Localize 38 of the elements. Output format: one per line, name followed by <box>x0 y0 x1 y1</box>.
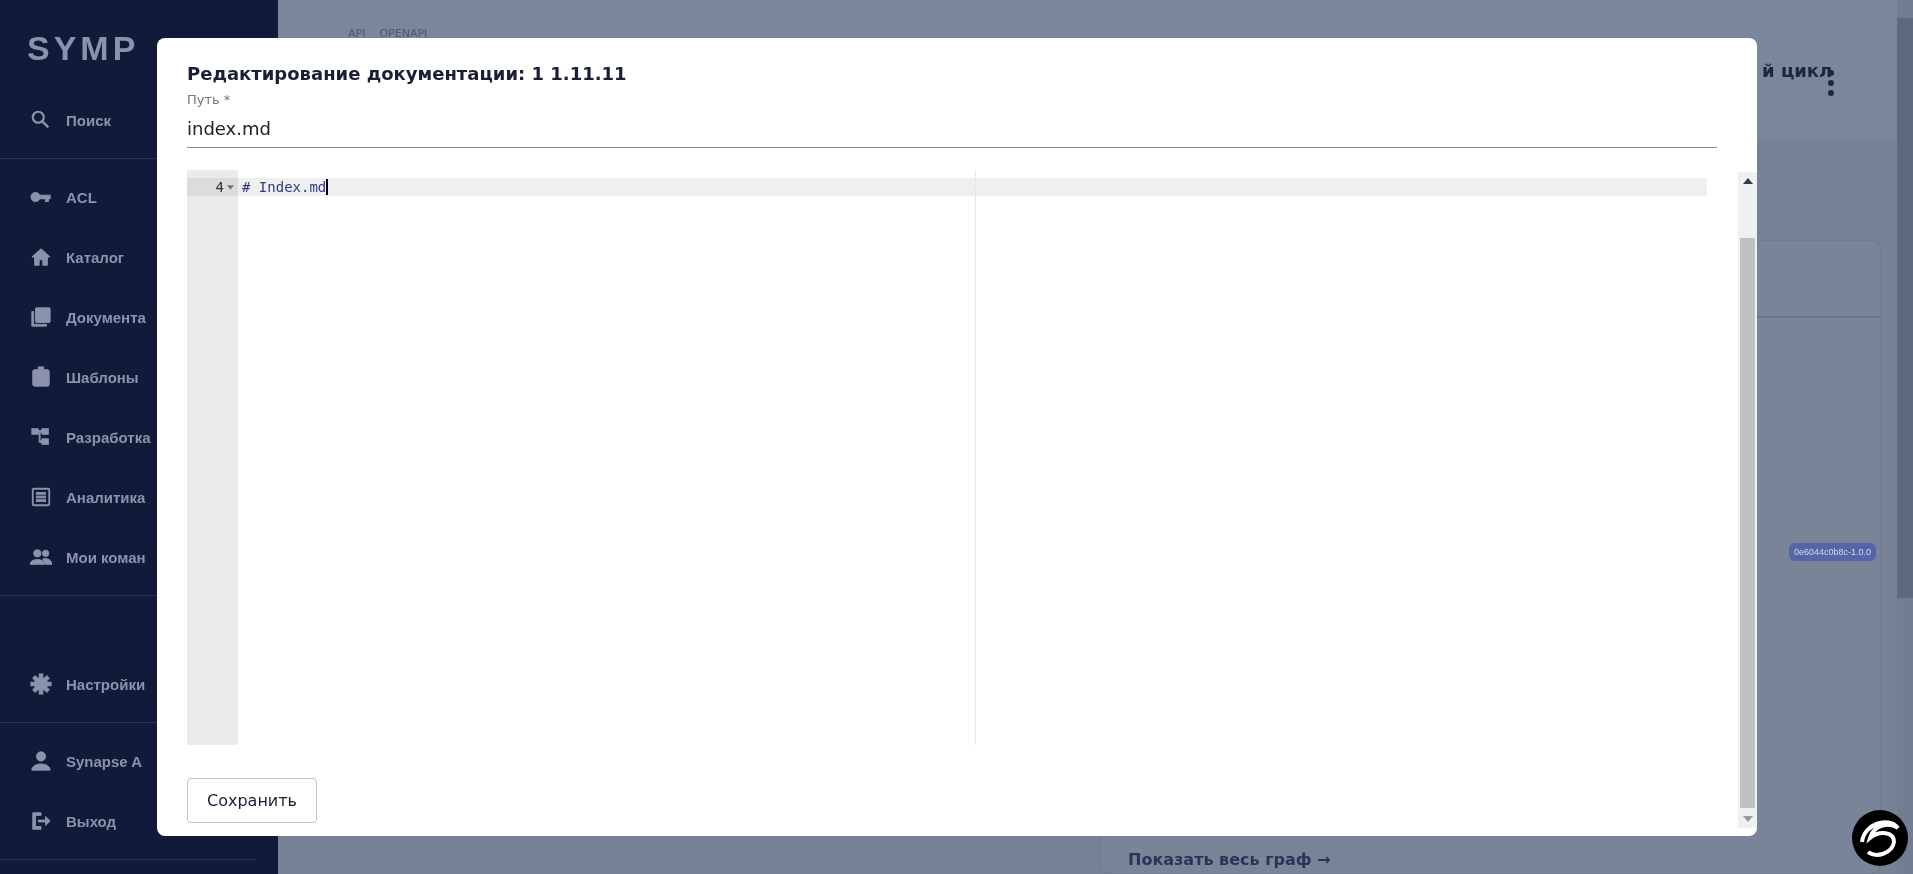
code-line: # Index.md <box>242 179 327 195</box>
nav-item[interactable]: ACL <box>66 188 97 206</box>
fold-caret-icon[interactable] <box>227 184 234 190</box>
nav-item[interactable]: Настройки <box>66 675 146 693</box>
page-scrollbar[interactable] <box>1897 0 1913 874</box>
save-button[interactable]: Сохранить <box>187 778 317 823</box>
logout-icon <box>30 810 52 832</box>
nav-item[interactable]: Выход <box>66 812 117 830</box>
nav-item[interactable]: Шаблоны <box>66 368 139 386</box>
nav-item[interactable]: Документа <box>66 308 146 326</box>
nav-item[interactable]: Поиск <box>66 111 111 129</box>
settings-icon <box>30 673 52 695</box>
documents-icon <box>30 306 52 328</box>
logo: SYMP <box>27 28 140 68</box>
list-icon <box>30 486 52 508</box>
home-icon <box>30 246 52 268</box>
field-label: Путь * <box>187 92 232 108</box>
hierarchy-icon <box>30 426 52 448</box>
nav-item[interactable]: Аналитика <box>66 488 146 506</box>
line-number: 4 <box>215 179 224 195</box>
chat-icon[interactable] <box>1850 808 1910 868</box>
nav-item[interactable]: Каталог <box>66 248 125 266</box>
path-field[interactable]: index.md <box>187 108 1717 148</box>
dialog-title: Редактирование документации: 1 1.11.11 <box>187 62 627 86</box>
scroll-down-icon[interactable] <box>1742 816 1753 822</box>
dialog-scrollbar[interactable] <box>1738 172 1757 828</box>
page-title: й цикл <box>1762 60 1833 81</box>
text-cursor <box>326 179 329 195</box>
person-icon <box>30 750 52 772</box>
version-tag: 0e6044c0b8c-1.0.0 <box>1788 542 1876 561</box>
people-icon <box>30 546 52 568</box>
clipboard-icon <box>30 366 52 388</box>
show-graph-link[interactable]: Показать весь граф → <box>1128 850 1331 870</box>
search-icon <box>30 109 52 131</box>
nav-item[interactable]: Мои коман <box>66 548 146 566</box>
nav-item[interactable]: Synapse A <box>66 752 143 770</box>
nav-item[interactable]: Разработка <box>66 428 151 446</box>
scroll-up-icon[interactable] <box>1742 178 1753 184</box>
